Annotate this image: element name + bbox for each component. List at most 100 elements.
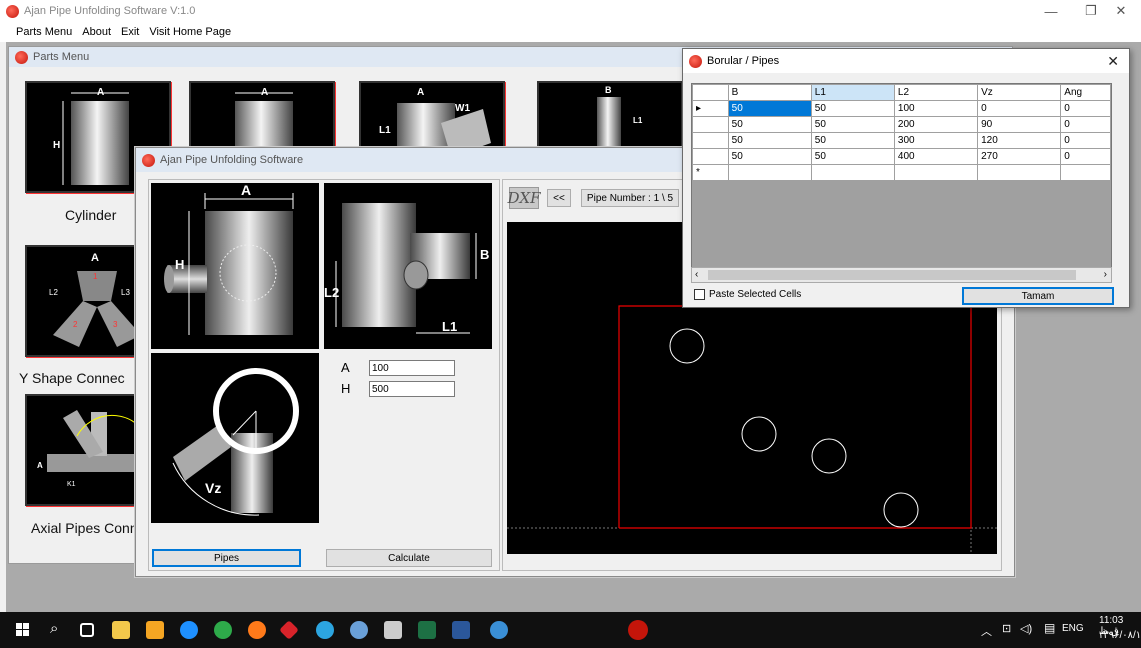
paste-checkbox[interactable] <box>694 289 705 300</box>
grid-cell[interactable]: 50 <box>810 100 895 117</box>
taskbar: ⌕ ︿ ⊡ ◁) ▤ ENG 11:03 ق.ظ ۱۳۹۶/۰۸/۱۶ <box>0 612 1141 648</box>
svg-text:3: 3 <box>113 320 118 329</box>
row-header[interactable] <box>692 116 729 133</box>
grid-cell[interactable] <box>727 164 812 181</box>
grid-cell[interactable]: 50 <box>727 100 812 117</box>
grid-cell[interactable]: 0 <box>1060 100 1111 117</box>
svg-text:Vz: Vz <box>205 480 221 496</box>
grid-cell[interactable]: 200 <box>893 116 979 133</box>
field-a-label: A <box>341 360 350 375</box>
ajan-app-icon[interactable] <box>628 620 648 640</box>
grid-cell[interactable]: 300 <box>893 132 979 149</box>
network-icon[interactable]: ⊡ <box>1002 622 1011 635</box>
col-header-l2[interactable]: L2 <box>893 84 979 101</box>
new-row-marker: * <box>692 164 729 181</box>
table-row[interactable]: 50 50 200 90 0 <box>692 116 1111 133</box>
paste-label: Paste Selected Cells <box>709 289 802 300</box>
svg-text:A: A <box>417 87 424 98</box>
language-indicator[interactable]: ENG <box>1062 623 1084 634</box>
svg-text:B: B <box>605 85 612 95</box>
col-header-vz[interactable]: Vz <box>977 84 1062 101</box>
new-row[interactable]: * <box>692 164 1111 181</box>
tile-label-y-shape: Y Shape Connec <box>19 370 125 386</box>
table-row[interactable]: 50 50 300 120 0 <box>692 132 1111 149</box>
grid-cell[interactable]: 0 <box>1060 148 1111 165</box>
grid-cell[interactable]: 50 <box>810 132 895 149</box>
scroll-thumb[interactable] <box>708 270 1076 280</box>
app-icon-2[interactable] <box>279 620 299 640</box>
tray-date[interactable]: ۱۳۹۶/۰۸/۱۶ <box>1098 630 1141 641</box>
col-header-b[interactable]: B <box>727 84 812 101</box>
tee-front-view-icon: A H <box>164 182 294 335</box>
menu-exit[interactable]: Exit <box>121 26 139 38</box>
grid-cell[interactable] <box>893 164 979 181</box>
excel-icon[interactable] <box>418 621 436 639</box>
table-row[interactable]: ▸ 50 50 100 0 0 <box>692 100 1111 117</box>
edge-icon[interactable] <box>180 621 198 639</box>
menu-about[interactable]: About <box>82 26 111 38</box>
grid-cell[interactable] <box>977 164 1062 181</box>
tamam-button[interactable]: Tamam <box>962 287 1114 305</box>
grid-cell[interactable]: 400 <box>893 148 979 165</box>
grid-cell[interactable]: 50 <box>810 116 895 133</box>
prev-pipe-button[interactable]: << <box>547 189 571 207</box>
svg-text:K1: K1 <box>67 481 76 488</box>
horizontal-scrollbar[interactable]: ‹ › <box>691 267 1112 283</box>
close-icon[interactable]: ✕ <box>1101 0 1141 22</box>
firefox-icon[interactable] <box>248 621 266 639</box>
field-a-input[interactable] <box>369 360 455 376</box>
grid-cell[interactable]: 90 <box>977 116 1062 133</box>
dxf-export-button[interactable]: DXF <box>507 187 541 209</box>
grid-cell[interactable]: 120 <box>977 132 1062 149</box>
app-titlebar: Ajan Pipe Unfolding Software V:1.0 — ❐ ✕ <box>0 0 1141 22</box>
table-row[interactable]: 50 50 400 270 0 <box>692 148 1111 165</box>
app-icon-1[interactable] <box>146 621 164 639</box>
file-explorer-icon[interactable] <box>112 621 130 639</box>
notification-icon[interactable]: ▤ <box>1044 621 1055 635</box>
word-icon[interactable] <box>452 621 470 639</box>
calculator-icon[interactable] <box>384 621 402 639</box>
scroll-left-icon[interactable]: ‹ <box>695 269 698 280</box>
parameter-panel: A H B L2 L1 Vz A 100 H 500 Pipes Calcula… <box>148 179 500 571</box>
grid-cell[interactable]: 50 <box>727 148 812 165</box>
col-header-l1[interactable]: L1 <box>810 84 895 101</box>
app-icon-3[interactable] <box>350 621 368 639</box>
grid-cell[interactable] <box>1060 164 1111 181</box>
field-h-input[interactable] <box>369 381 455 397</box>
grid-cell[interactable]: 0 <box>1060 116 1111 133</box>
app-icon-4[interactable] <box>490 621 508 639</box>
row-header[interactable] <box>692 132 729 149</box>
windows-start-icon[interactable] <box>16 623 30 637</box>
menu-parts[interactable]: Parts Menu <box>16 26 72 38</box>
svg-text:A: A <box>261 87 268 98</box>
app-logo-icon <box>689 54 702 68</box>
calculate-button[interactable]: Calculate <box>326 549 492 567</box>
svg-text:L1: L1 <box>379 125 391 136</box>
col-header-ang[interactable]: Ang <box>1060 84 1111 101</box>
svg-text:2: 2 <box>73 320 78 329</box>
grid-cell[interactable] <box>810 164 895 181</box>
task-view-icon[interactable] <box>80 623 94 637</box>
svg-text:A: A <box>37 461 43 470</box>
grid-cell[interactable]: 50 <box>727 132 812 149</box>
grid-cell[interactable]: 0 <box>1060 132 1111 149</box>
pipes-button[interactable]: Pipes <box>152 549 301 567</box>
grid-cell[interactable]: 100 <box>893 100 979 117</box>
grid-cell[interactable]: 0 <box>977 100 1062 117</box>
grid-cell[interactable]: 270 <box>977 148 1062 165</box>
grid-cell[interactable]: 50 <box>727 116 812 133</box>
row-header[interactable] <box>692 148 729 165</box>
svg-text:H: H <box>175 257 184 272</box>
tray-chevron-icon[interactable]: ︿ <box>981 623 992 639</box>
telegram-icon[interactable] <box>316 621 334 639</box>
scroll-right-icon[interactable]: › <box>1104 269 1107 280</box>
menu-visit-home[interactable]: Visit Home Page <box>149 26 231 38</box>
volume-icon[interactable]: ◁) <box>1020 622 1032 635</box>
minimize-icon[interactable]: — <box>1031 0 1071 22</box>
search-icon[interactable]: ⌕ <box>50 620 58 637</box>
calc-window-title: Ajan Pipe Unfolding Software <box>160 154 304 166</box>
chrome-icon[interactable] <box>214 621 232 639</box>
close-icon[interactable]: ✕ <box>1107 53 1119 70</box>
side-view-diagram: B L2 L1 <box>324 183 492 349</box>
grid-cell[interactable]: 50 <box>810 148 895 165</box>
